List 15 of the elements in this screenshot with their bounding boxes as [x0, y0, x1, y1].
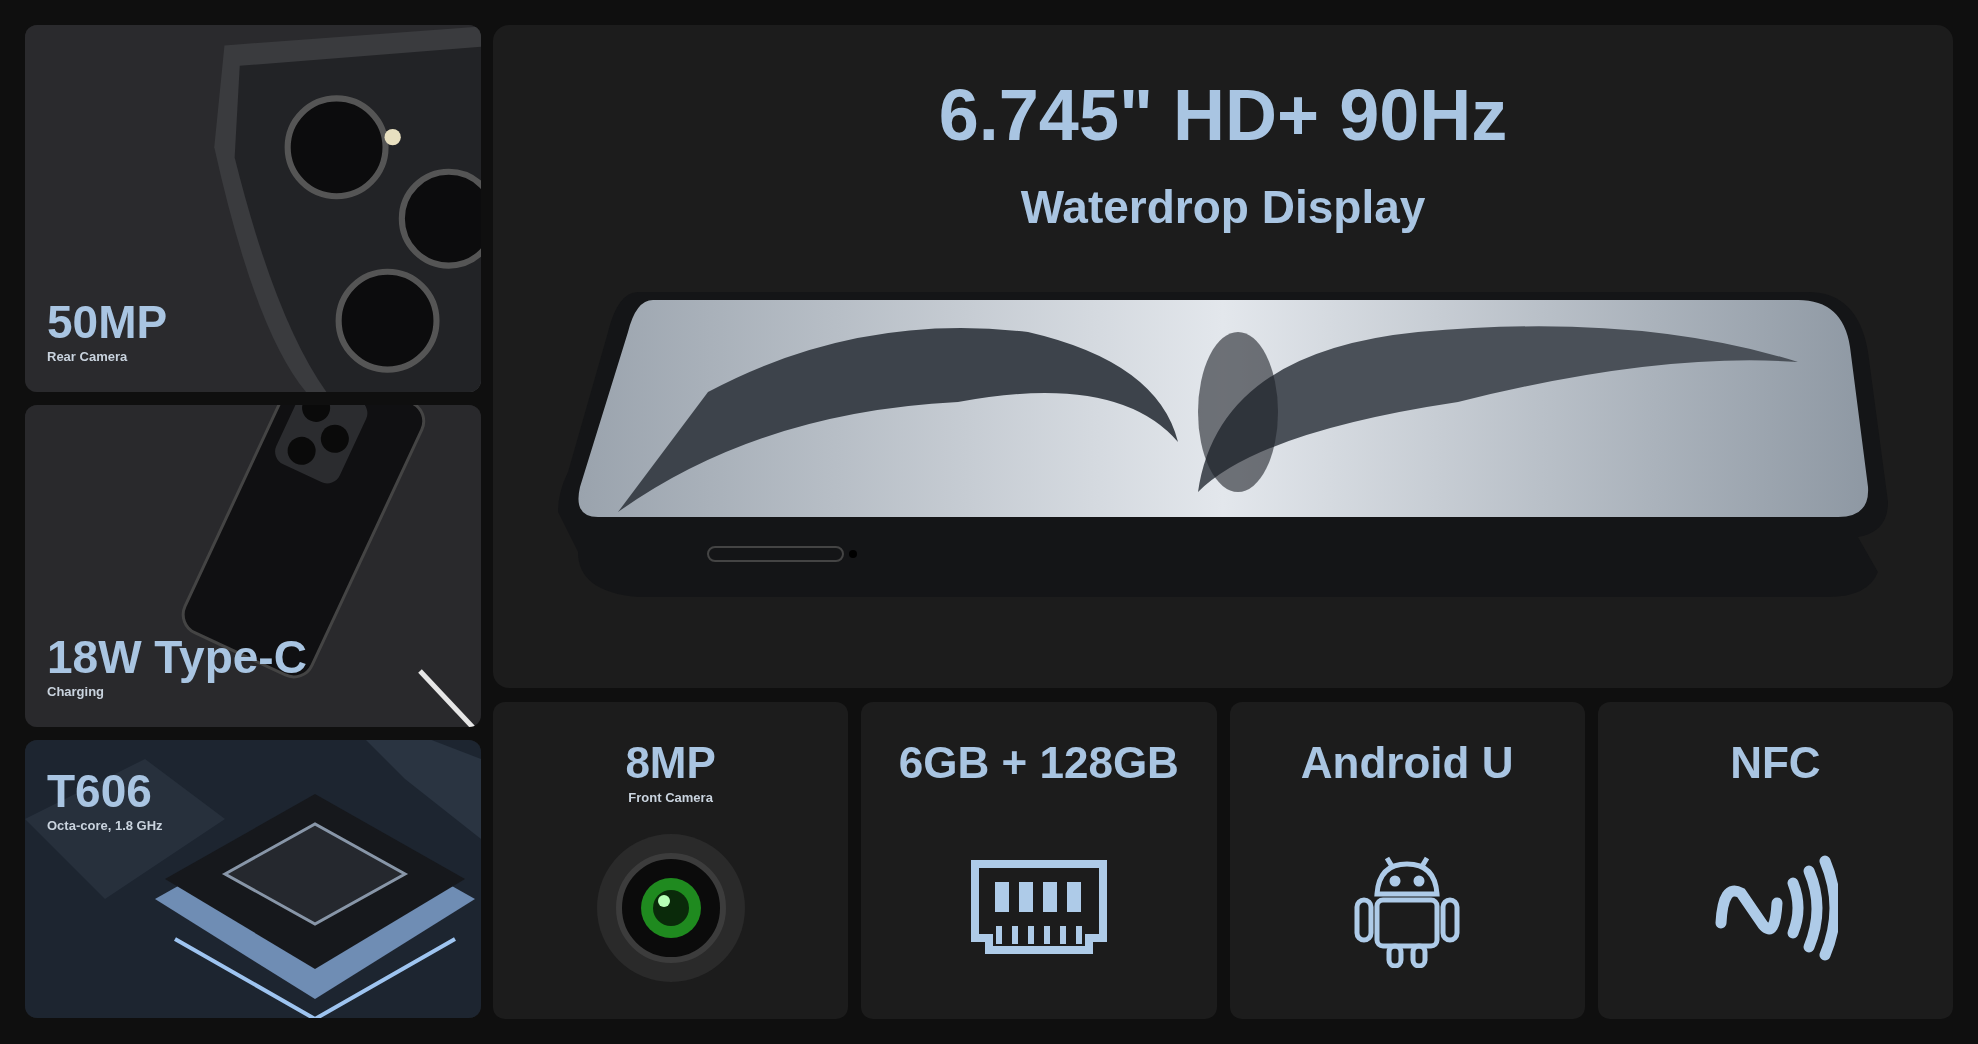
spec-title: NFC: [1730, 738, 1821, 788]
display-subtitle: Waterdrop Display: [1020, 180, 1426, 235]
feature-caption: Rear Camera: [47, 347, 129, 366]
feature-caption: Octa-core, 1.8 GHz: [47, 817, 163, 835]
feature-title: 50MP: [47, 296, 168, 347]
feature-title: 18W Type-C: [47, 631, 307, 682]
feature-caption: Charging: [47, 682, 106, 701]
display-title: 6.745" HD+ 90Hz: [938, 75, 1508, 155]
spec-caption: Front Camera: [628, 789, 713, 807]
spec-title: 8MP: [625, 738, 716, 788]
feature-title: T606: [47, 766, 153, 816]
memory-chip-icon: [968, 860, 1109, 955]
spec-title: 6GB + 128GB: [898, 738, 1179, 788]
spec-title: Android U: [1300, 738, 1514, 788]
camera-lens-icon: [595, 833, 746, 984]
